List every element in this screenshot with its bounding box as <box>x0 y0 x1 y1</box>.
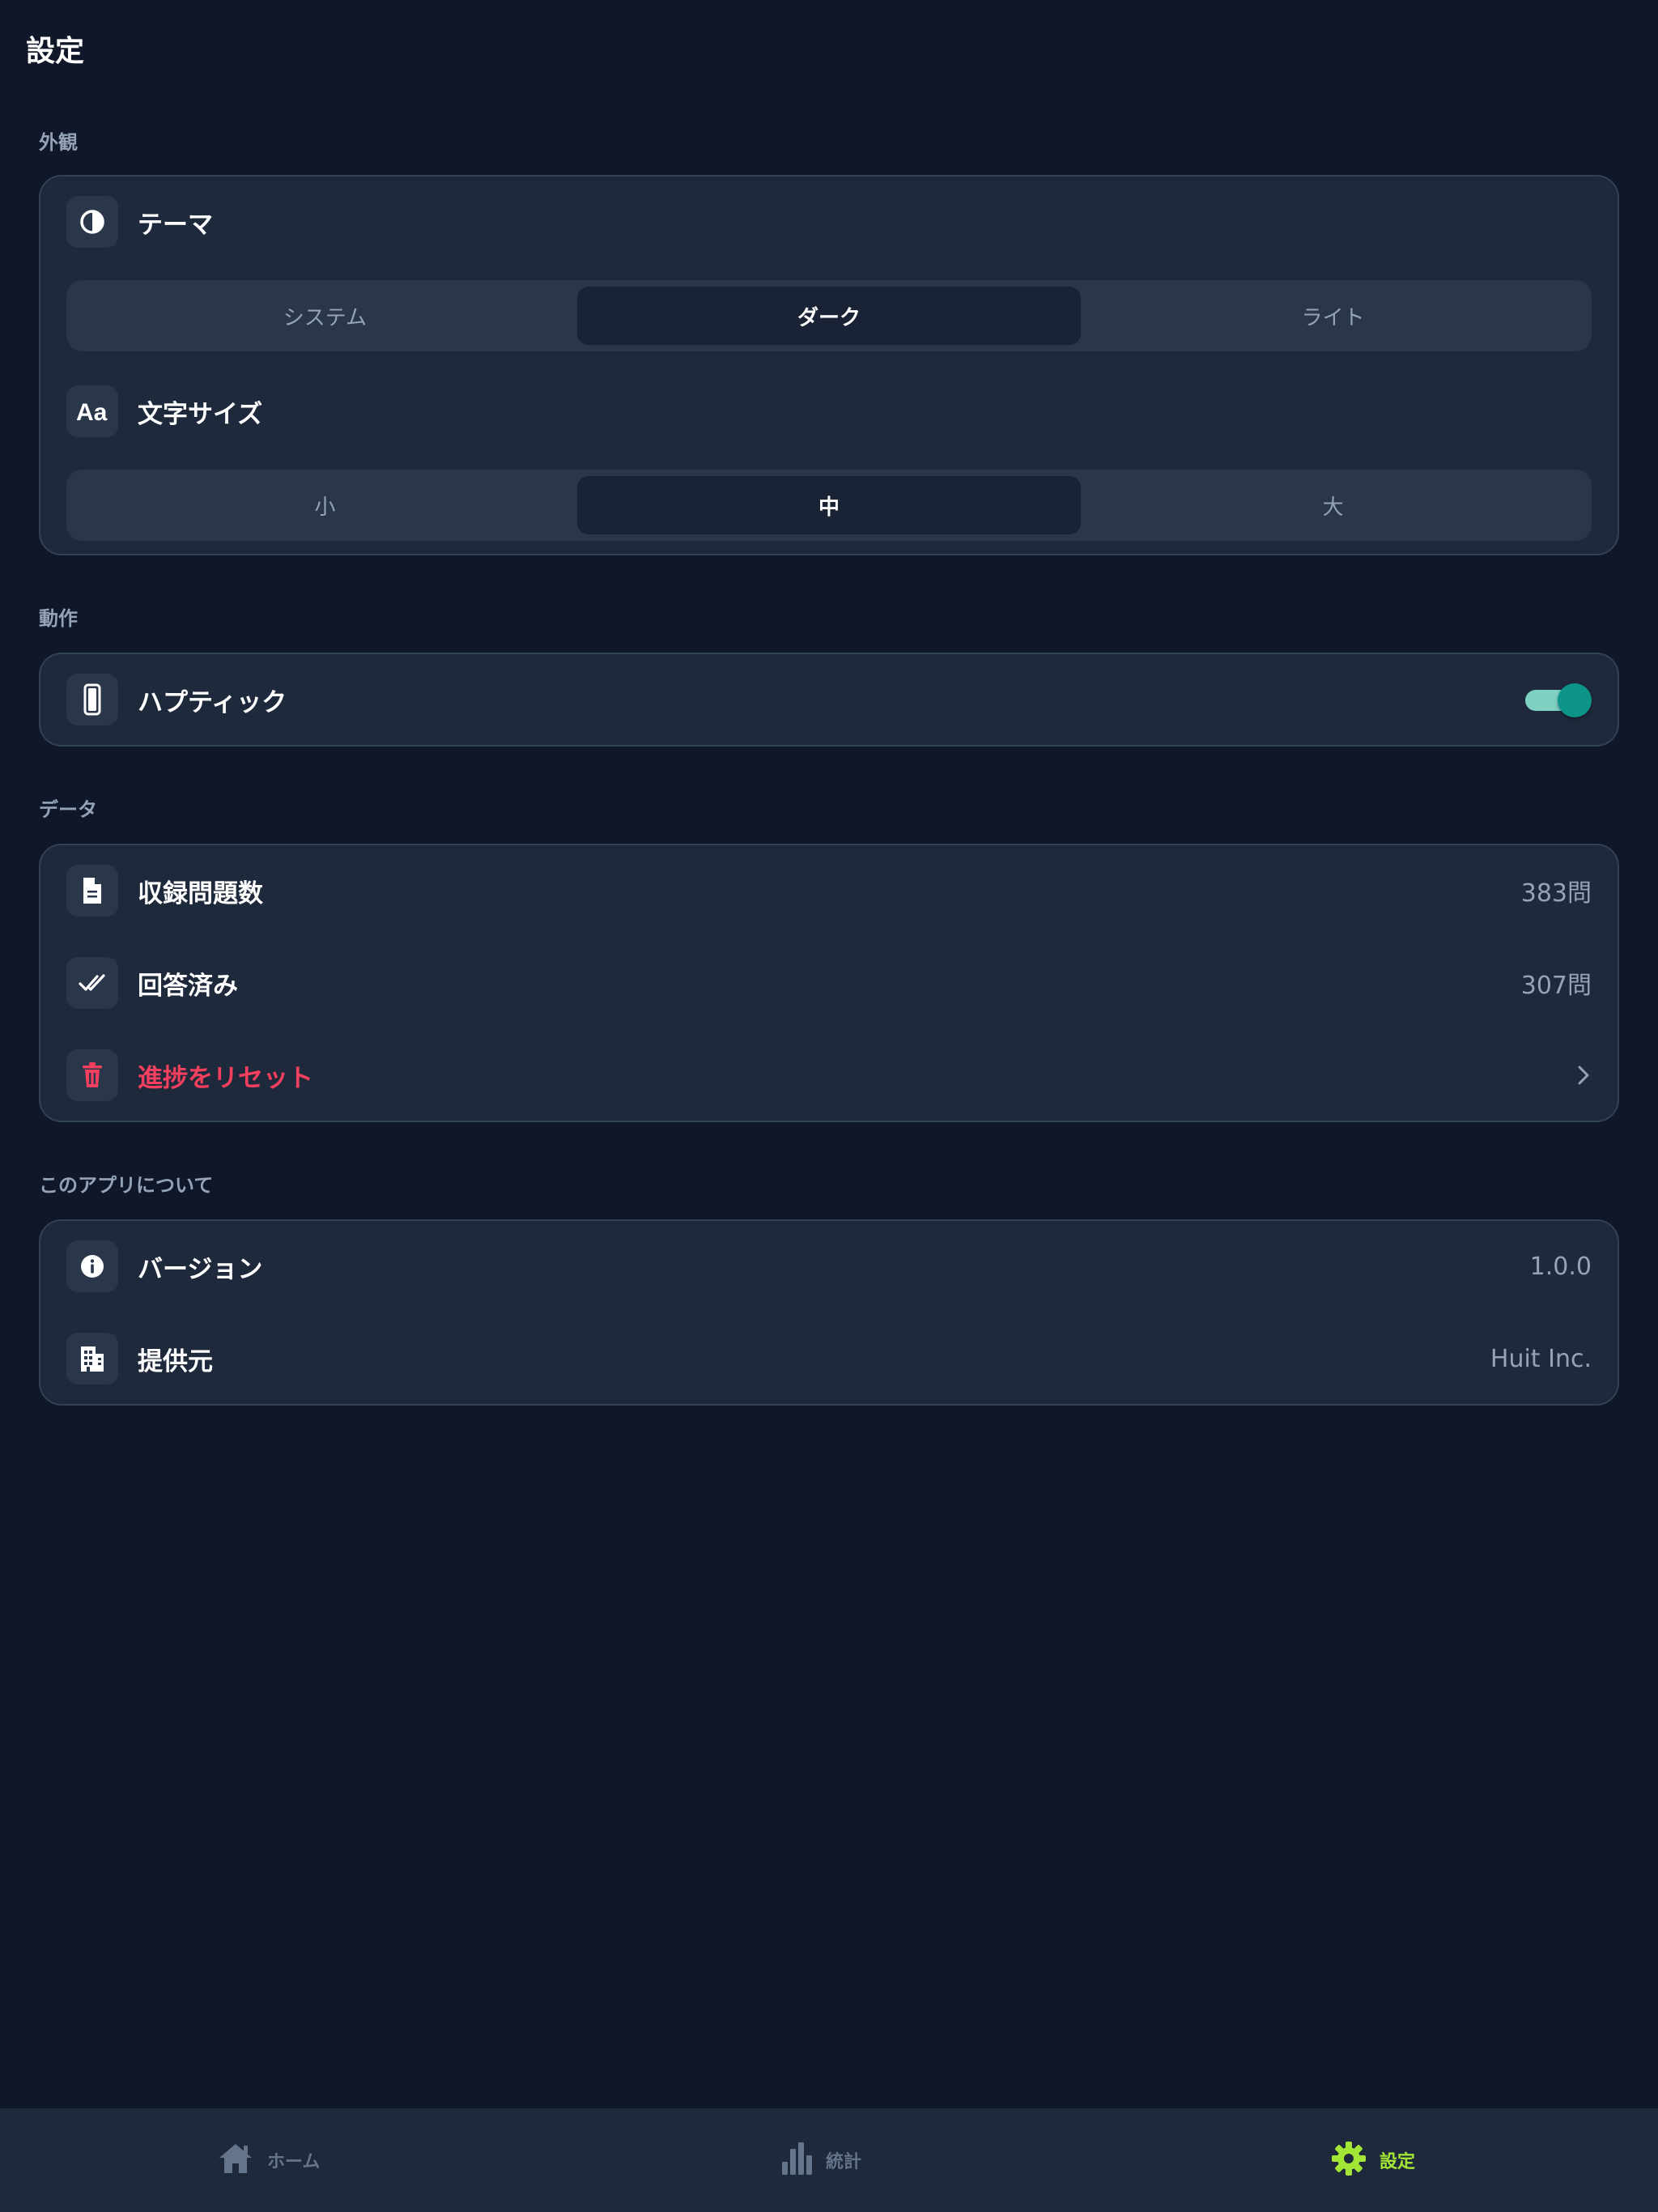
building-icon <box>66 1333 118 1385</box>
data-card: 収録問題数 383問 回答済み 307問 進捗をリセット <box>39 844 1619 1122</box>
settings-screen: 設定 外観 テーマ システム ダーク ライト Aa 文字サイズ 小 中 大 動作… <box>0 0 1658 2212</box>
answered-value: 307問 <box>1520 972 1592 1000</box>
provider-label: 提供元 <box>138 1346 213 1376</box>
font-size-label: 文字サイズ <box>138 399 263 429</box>
haptic-label: ハプティック <box>138 687 287 717</box>
double-check-icon <box>66 957 118 1009</box>
text-size-icon: Aa <box>66 385 118 437</box>
total-questions-label: 収録問題数 <box>138 878 263 908</box>
tab-home-label: ホーム <box>267 2152 321 2172</box>
trash-icon <box>66 1049 118 1101</box>
answered-label: 回答済み <box>138 971 238 1001</box>
reset-progress-row[interactable]: 進捗をリセット <box>66 1049 1592 1101</box>
font-size-option-medium[interactable]: 中 <box>576 476 1082 534</box>
contrast-icon <box>66 196 118 248</box>
font-size-option-large[interactable]: 大 <box>1081 476 1585 534</box>
version-value: 1.0.0 <box>1529 1252 1592 1281</box>
version-row: バージョン 1.0.0 <box>66 1240 1592 1292</box>
phone-icon <box>66 674 118 725</box>
theme-option-system[interactable]: システム <box>73 287 577 345</box>
total-questions-row: 収録問題数 383問 <box>66 865 1592 917</box>
haptic-toggle[interactable] <box>1524 682 1592 717</box>
answered-row: 回答済み 307問 <box>66 957 1592 1009</box>
home-icon <box>217 2142 254 2179</box>
reset-progress-label: 進捗をリセット <box>138 1063 313 1093</box>
theme-segmented-control: システム ダーク ライト <box>66 280 1592 351</box>
total-questions-value: 383問 <box>1520 879 1592 908</box>
theme-option-dark[interactable]: ダーク <box>576 287 1082 345</box>
font-size-segmented-control: 小 中 大 <box>66 470 1592 541</box>
tab-settings[interactable]: 設定 <box>1331 2108 1415 2212</box>
gear-icon <box>1331 2141 1367 2180</box>
toggle-knob <box>1558 683 1592 717</box>
provider-row: 提供元 Huit Inc. <box>66 1333 1592 1385</box>
behavior-card: ハプティック <box>39 653 1619 747</box>
page-title: 設定 <box>26 35 85 68</box>
tab-settings-label: 設定 <box>1380 2152 1416 2172</box>
info-icon <box>66 1240 118 1292</box>
document-icon <box>66 865 118 917</box>
about-card: バージョン 1.0.0 提供元 Huit Inc. <box>39 1219 1619 1406</box>
section-label-behavior: 動作 <box>39 607 78 630</box>
section-label-data: データ <box>39 798 97 821</box>
font-size-option-small[interactable]: 小 <box>73 476 577 534</box>
appearance-card: テーマ システム ダーク ライト Aa 文字サイズ 小 中 大 <box>39 175 1619 555</box>
section-label-appearance: 外観 <box>39 131 78 154</box>
theme-row: テーマ <box>66 196 1592 248</box>
theme-option-light[interactable]: ライト <box>1081 287 1585 345</box>
haptic-row: ハプティック <box>66 674 1592 725</box>
theme-label: テーマ <box>138 210 213 240</box>
tab-stats[interactable]: 統計 <box>780 2108 861 2212</box>
chart-bars-icon <box>780 2141 813 2180</box>
chevron-right-icon <box>1575 1063 1592 1087</box>
section-label-about: このアプリについて <box>39 1174 214 1197</box>
tab-home[interactable]: ホーム <box>217 2108 320 2212</box>
tab-stats-label: 統計 <box>826 2152 862 2172</box>
version-label: バージョン <box>138 1254 263 1284</box>
svg-text:Aa: Aa <box>76 399 108 425</box>
font-size-row: Aa 文字サイズ <box>66 385 1592 437</box>
provider-value: Huit Inc. <box>1490 1344 1592 1373</box>
bottom-tab-bar: ホーム 統計 設定 <box>0 2108 1658 2212</box>
